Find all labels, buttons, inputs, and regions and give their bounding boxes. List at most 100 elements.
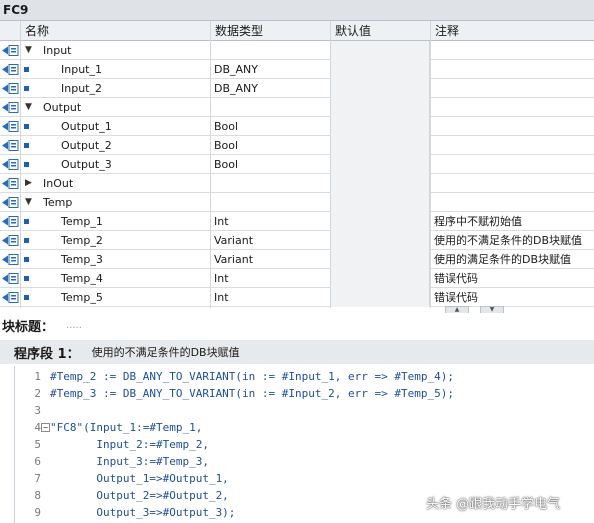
col-datatype-header[interactable]: 数据类型: [210, 21, 330, 41]
param-default-cell: [330, 288, 430, 307]
param-name[interactable]: Output_3: [61, 155, 112, 174]
param-name[interactable]: Input: [43, 41, 71, 60]
line-number: 7: [34, 472, 41, 485]
watermark: 头条 @跟我动手学电气: [426, 497, 561, 512]
param-name[interactable]: InOut: [43, 174, 73, 193]
param-name[interactable]: Temp_1: [61, 212, 103, 231]
block-title: 块标题： .....: [0, 313, 594, 337]
code-line[interactable]: 5 Input_2:=#Temp_2,: [15, 436, 594, 453]
interface-section-row[interactable]: ▶ InOut: [0, 174, 594, 193]
collapse-arrow-icon[interactable]: ▼: [25, 197, 35, 207]
param-name[interactable]: Temp_2: [61, 231, 103, 250]
col-default-header[interactable]: 默认值: [330, 21, 430, 41]
expand-arrow-icon[interactable]: ▶: [25, 178, 35, 188]
interface-row[interactable]: Input_1 DB_ANY: [0, 60, 594, 79]
interface-header: 名称 数据类型 默认值 注释: [0, 21, 594, 41]
network-header[interactable]: 程序段 1： 使用的不满足条件的DB块赋值: [0, 340, 594, 364]
param-datatype[interactable]: DB_ANY: [214, 79, 258, 98]
interface-section-row[interactable]: ▼ Input: [0, 41, 594, 60]
param-datatype[interactable]: Bool: [214, 155, 238, 174]
code-text[interactable]: #Temp_3 := DB_ANY_TO_VARIANT(in := #Inpu…: [50, 385, 454, 402]
param-name[interactable]: Temp_4: [61, 269, 103, 288]
code-line[interactable]: 3: [15, 402, 594, 419]
interface-row[interactable]: Temp_3 Variant 使用的满足条件的DB块赋值: [0, 250, 594, 269]
line-number: 4: [34, 421, 41, 434]
code-text[interactable]: Output_2=>#Output_2,: [50, 487, 228, 504]
param-comment[interactable]: 程序中不赋初始值: [434, 212, 522, 231]
col-name-header[interactable]: 名称: [20, 21, 210, 41]
code-line[interactable]: 2 #Temp_3 := DB_ANY_TO_VARIANT(in := #Inp…: [15, 385, 594, 402]
param-datatype[interactable]: Int: [214, 269, 229, 288]
interface-param-icon: [2, 140, 19, 151]
code-line[interactable]: 6 Input_3:=#Temp_3,: [15, 453, 594, 470]
param-name[interactable]: Input_1: [61, 60, 102, 79]
interface-section-row[interactable]: ▼ Temp: [0, 193, 594, 212]
param-datatype[interactable]: Bool: [214, 117, 238, 136]
param-comment[interactable]: 使用的不满足条件的DB块赋值: [434, 231, 582, 250]
network-label: 程序段 1：: [14, 346, 80, 362]
param-datatype[interactable]: Variant: [214, 231, 253, 250]
variable-bullet-icon: [24, 276, 29, 281]
line-number: 2: [34, 387, 41, 400]
param-name[interactable]: Output_2: [61, 136, 112, 155]
param-datatype[interactable]: Variant: [214, 250, 253, 269]
variable-bullet-icon: [24, 67, 29, 72]
code-line[interactable]: 7 Output_1=>#Output_1,: [15, 470, 594, 487]
code-text[interactable]: Input_3:=#Temp_3,: [50, 453, 209, 470]
line-number: 3: [34, 404, 41, 417]
param-default-cell: [330, 98, 430, 117]
interface-param-icon: [2, 159, 19, 170]
interface-param-icon: [2, 45, 19, 56]
code-line[interactable]: 4− "FC8"(Input_1:=#Temp_1,: [15, 419, 594, 436]
collapse-arrow-icon[interactable]: ▼: [25, 102, 35, 112]
param-default-cell: [330, 212, 430, 231]
param-name[interactable]: Temp_3: [61, 250, 103, 269]
interface-table: 名称 数据类型 默认值 注释 ▼ Input Input_1 DB_ANY Input_…: [0, 21, 594, 314]
param-datatype[interactable]: Int: [214, 212, 229, 231]
code-text[interactable]: "FC8"(Input_1:=#Temp_1,: [50, 419, 202, 436]
code-text[interactable]: Input_2:=#Temp_2,: [50, 436, 209, 453]
param-datatype[interactable]: DB_ANY: [214, 60, 258, 79]
interface-row[interactable]: Temp_1 Int 程序中不赋初始值: [0, 212, 594, 231]
param-comment[interactable]: 使用的满足条件的DB块赋值: [434, 250, 571, 269]
param-name[interactable]: Input_2: [61, 79, 102, 98]
param-name[interactable]: Temp_5: [61, 288, 103, 307]
param-name[interactable]: Output_1: [61, 117, 112, 136]
interface-row[interactable]: Temp_4 Int 错误代码: [0, 269, 594, 288]
interface-param-icon: [2, 216, 19, 227]
param-datatype[interactable]: Bool: [214, 136, 238, 155]
line-number: 5: [34, 438, 41, 451]
param-default-cell: [330, 41, 430, 60]
param-name[interactable]: Temp: [43, 193, 72, 212]
interface-row[interactable]: Output_3 Bool: [0, 155, 594, 174]
code-text[interactable]: Output_1=>#Output_1,: [50, 470, 228, 487]
interface-param-icon: [2, 197, 19, 208]
code-text[interactable]: #Temp_2 := DB_ANY_TO_VARIANT(in := #Inpu…: [50, 368, 454, 385]
interface-row[interactable]: Input_2 DB_ANY: [0, 79, 594, 98]
param-comment[interactable]: 错误代码: [434, 288, 478, 307]
network-title[interactable]: 使用的不满足条件的DB块赋值: [92, 344, 240, 360]
param-datatype[interactable]: Int: [214, 288, 229, 307]
col-comment-header[interactable]: 注释: [430, 21, 594, 41]
interface-row[interactable]: Temp_5 Int 错误代码: [0, 288, 594, 307]
collapse-arrow-icon[interactable]: ▼: [25, 45, 35, 55]
interface-param-icon: [2, 235, 19, 246]
param-name[interactable]: Output: [43, 98, 81, 117]
interface-param-icon: [2, 273, 19, 284]
code-text[interactable]: Output_3=>#Output_3);: [50, 504, 235, 521]
block-title-input[interactable]: .....: [66, 320, 82, 331]
param-comment[interactable]: 错误代码: [434, 269, 478, 288]
code-line[interactable]: 1 #Temp_2 := DB_ANY_TO_VARIANT(in := #Inp…: [15, 368, 594, 385]
line-number: 8: [34, 489, 41, 502]
interface-row[interactable]: Output_1 Bool: [0, 117, 594, 136]
interface-param-icon: [2, 178, 19, 189]
interface-param-icon: [2, 121, 19, 132]
interface-param-icon: [2, 292, 19, 303]
line-number: 1: [34, 370, 41, 383]
interface-section-row[interactable]: ▼ Output: [0, 98, 594, 117]
variable-bullet-icon: [24, 86, 29, 91]
interface-row[interactable]: Output_2 Bool: [0, 136, 594, 155]
interface-param-icon: [2, 83, 19, 94]
fold-toggle-icon[interactable]: −: [41, 423, 50, 432]
interface-row[interactable]: Temp_2 Variant 使用的不满足条件的DB块赋值: [0, 231, 594, 250]
